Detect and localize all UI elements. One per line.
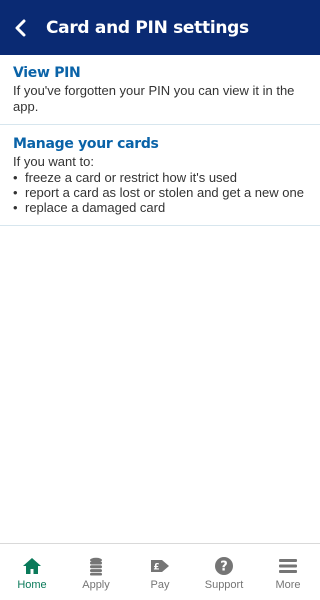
tab-support[interactable]: ? Support [192,544,256,600]
tab-pay-label: Pay [150,579,170,591]
tab-pay[interactable]: £ Pay [128,544,192,600]
list-item: • report a card as lost or stolen and get… [13,185,304,200]
tab-apply[interactable]: Apply [64,544,128,600]
tab-home[interactable]: Home [0,544,64,600]
tab-home-label: Home [17,579,47,591]
list-item: • replace a damaged card [13,200,166,215]
list-item-text: report a card as lost or stolen and get … [25,185,304,200]
back-button[interactable] [0,0,42,55]
pay-pound-arrow-icon: £ [151,560,169,573]
list-item-text: replace a damaged card [25,200,166,215]
app-header: Card and PIN settings [0,0,320,55]
manage-cards-title[interactable]: Manage your cards [13,135,307,153]
tab-more[interactable]: More [256,544,320,600]
tab-apply-label: Apply [82,579,110,591]
question-circle-icon: ? [215,557,233,575]
list-item-text: freeze a card or restrict how it's used [25,170,238,185]
svg-text:?: ? [220,560,228,575]
home-icon [23,558,41,574]
view-pin-title[interactable]: View PIN [13,64,307,82]
svg-text:£: £ [153,563,159,573]
list-item: • freeze a card or restrict how it's used [13,170,238,185]
manage-cards-intro: If you want to: [13,154,94,169]
coins-stack-icon [90,557,102,576]
page-title: Card and PIN settings [46,17,249,38]
chevron-left-icon [15,19,26,36]
manage-cards-section[interactable]: Manage your cards If you want to: • freez… [0,125,320,226]
view-pin-section[interactable]: View PIN If you've forgotten your PIN yo… [0,55,320,125]
view-pin-description: If you've forgotten your PIN you can vie… [13,83,295,114]
manage-cards-list: • freeze a card or restrict how it's used… [13,170,307,215]
bottom-tab-bar: Home Apply £ Pay ? Support More [0,543,320,600]
tab-more-label: More [275,579,301,591]
tab-support-label: Support [204,579,244,591]
hamburger-menu-icon [279,559,297,573]
